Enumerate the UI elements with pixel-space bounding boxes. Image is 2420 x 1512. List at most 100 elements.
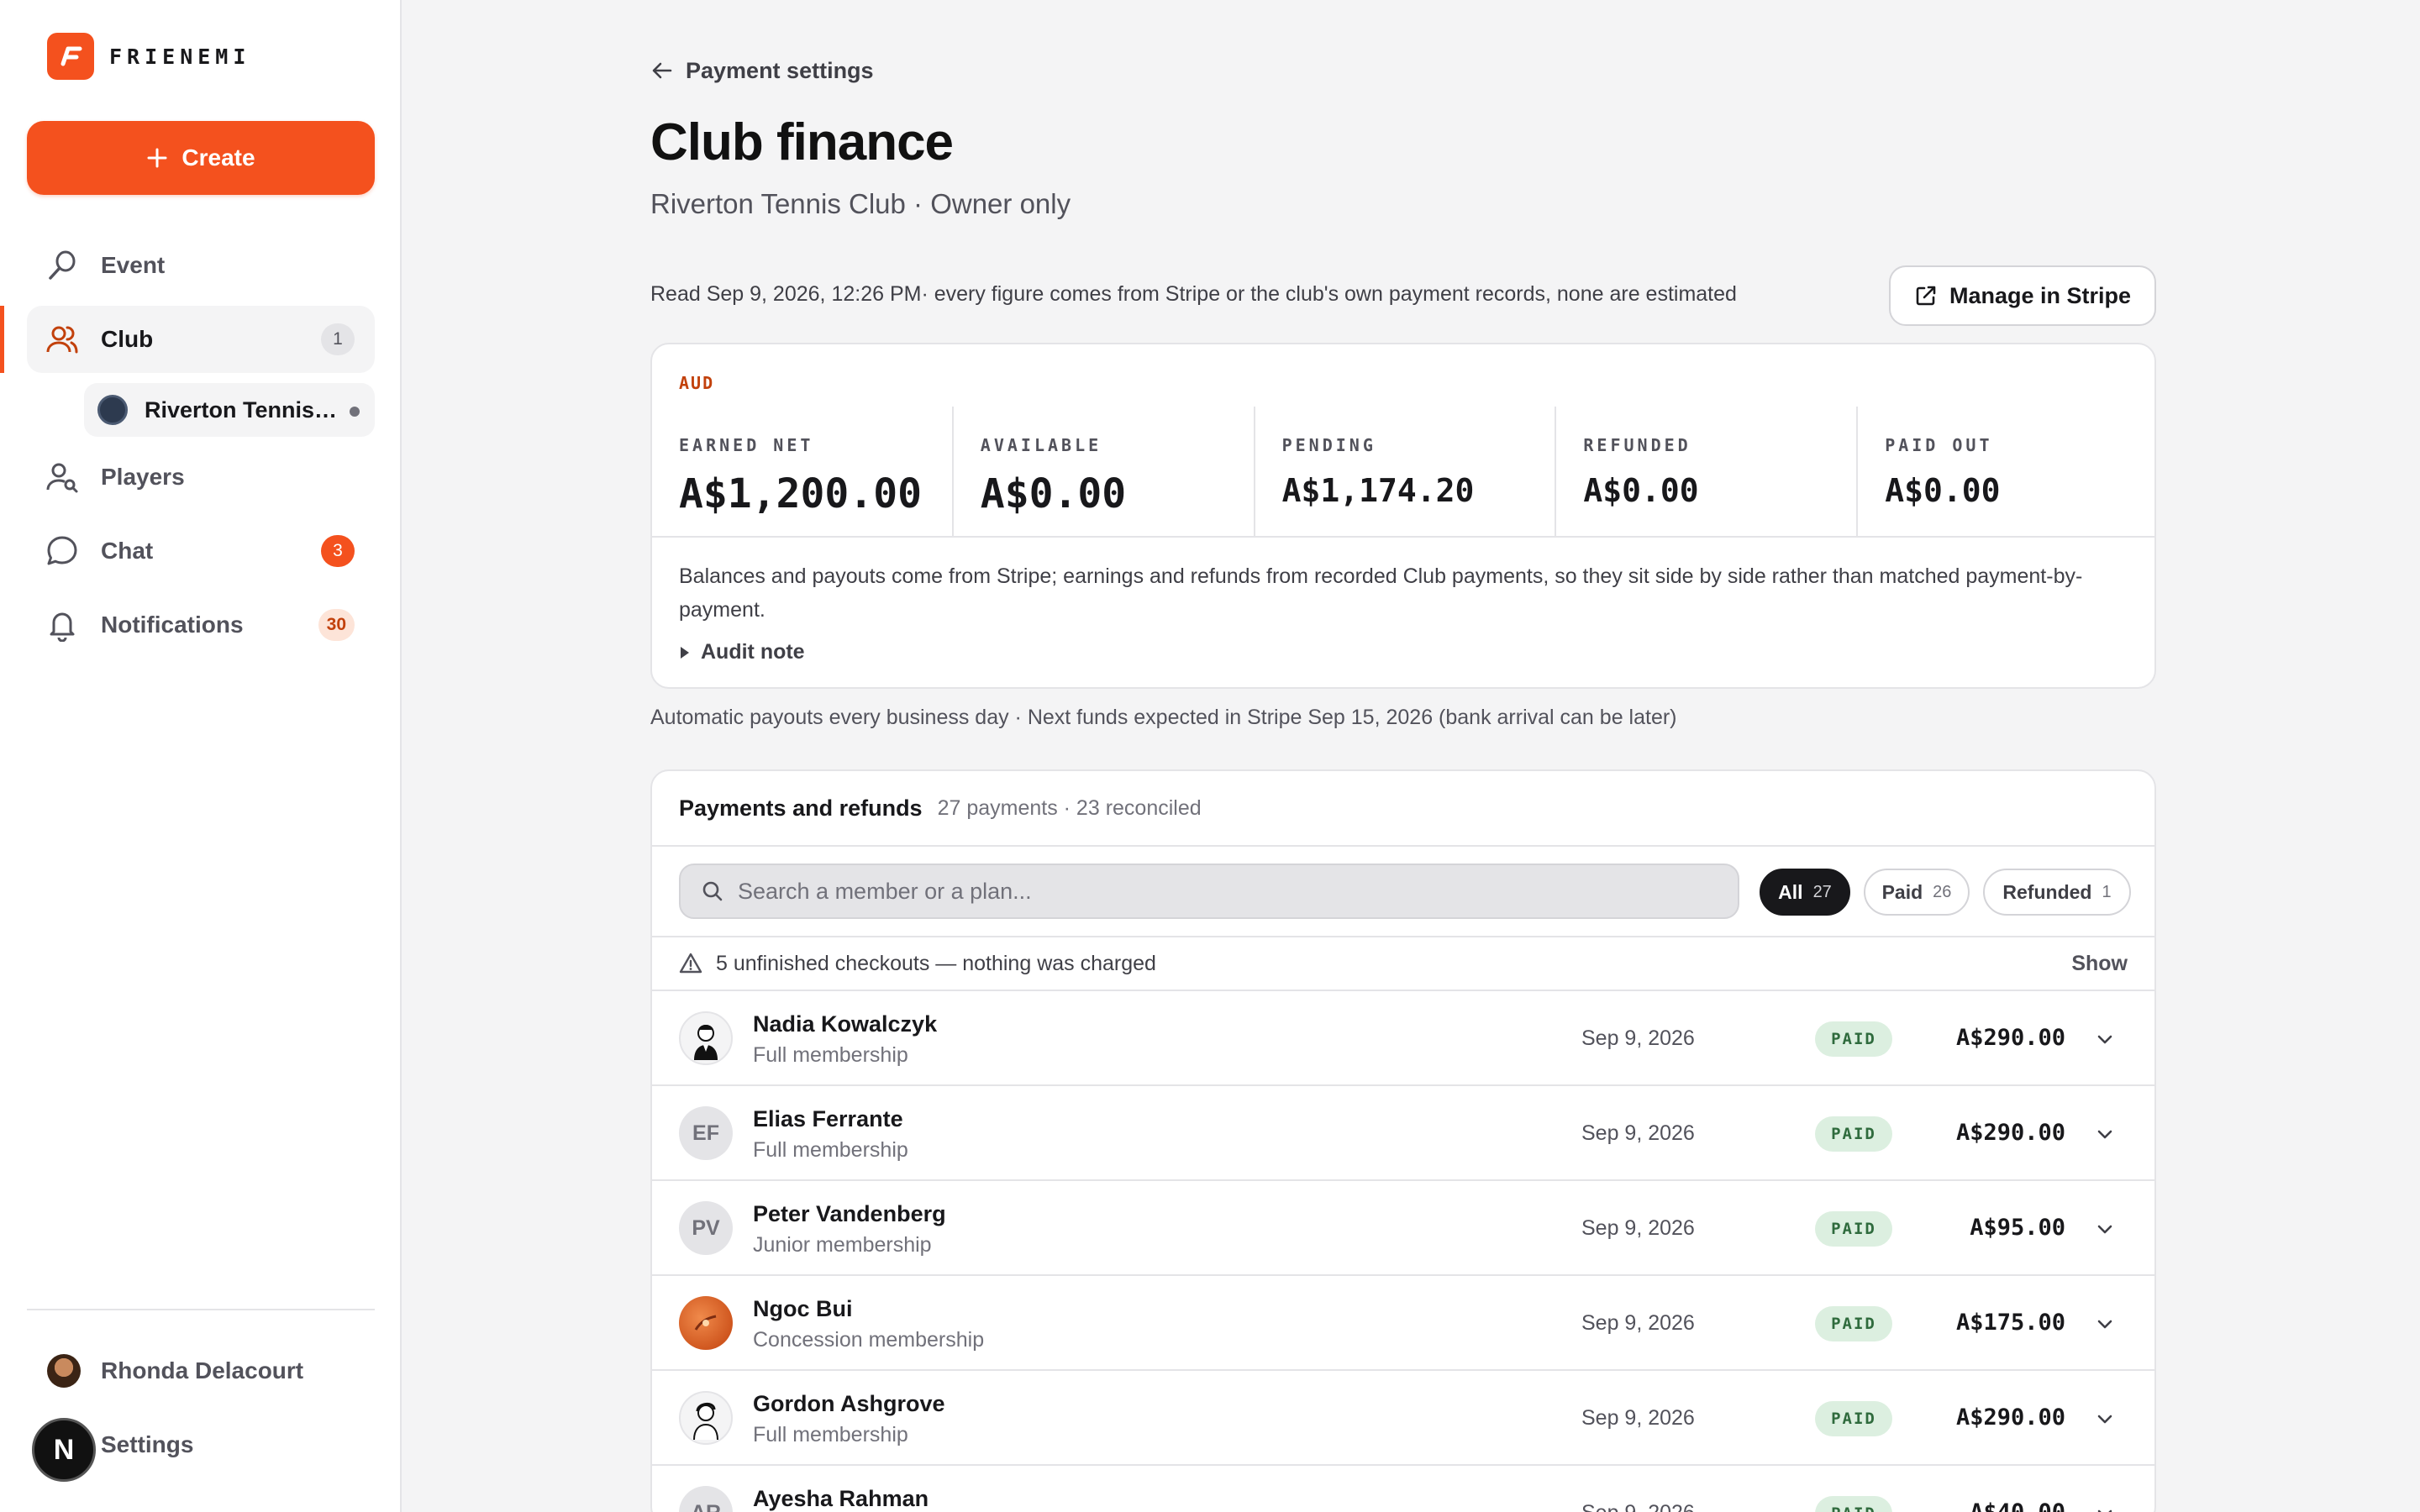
member-plan: Full membership bbox=[753, 1423, 908, 1446]
arrow-left-icon bbox=[652, 62, 672, 79]
sidebar-item-label: Chat bbox=[101, 538, 154, 564]
chevron-down-icon[interactable] bbox=[2092, 1501, 2118, 1512]
member-name: Elias Ferrante bbox=[753, 1106, 903, 1131]
search-input[interactable] bbox=[738, 878, 1704, 905]
settings-label: Settings bbox=[101, 1431, 194, 1457]
profile-link[interactable]: Rhonda Delacourt bbox=[27, 1337, 375, 1404]
stat-value: A$0.00 bbox=[1583, 472, 1699, 509]
users-icon bbox=[46, 326, 78, 354]
filter-paid[interactable]: Paid 26 bbox=[1864, 869, 1970, 916]
chevron-down-icon[interactable] bbox=[2092, 1216, 2118, 1242]
search-box bbox=[679, 864, 1739, 919]
table-row[interactable]: PV Peter Vandenberg Junior membership Se… bbox=[652, 1181, 2154, 1276]
payment-amount: A$290.00 bbox=[1955, 1120, 2065, 1146]
status-badge: PAID bbox=[1815, 1116, 1892, 1152]
filter-label: Refunded bbox=[2002, 880, 2092, 903]
table-row[interactable]: Gordon Ashgrove Full membership Sep 9, 2… bbox=[652, 1371, 2154, 1466]
sidebar-item-players[interactable]: Players bbox=[27, 444, 375, 511]
chevron-down-icon[interactable] bbox=[2092, 1311, 2118, 1336]
triangle-right-icon bbox=[681, 646, 689, 659]
payment-amount: A$175.00 bbox=[1955, 1310, 2065, 1336]
illustrated-avatar-icon bbox=[694, 1025, 718, 1060]
table-row[interactable]: Ngoc Bui Concession membership Sep 9, 20… bbox=[652, 1276, 2154, 1371]
audit-note-toggle[interactable]: Audit note bbox=[679, 640, 805, 664]
sidebar-item-club[interactable]: Club 1 bbox=[0, 306, 375, 373]
balance-explanation: Balances and payouts come from Stripe; e… bbox=[679, 564, 2083, 622]
avatar bbox=[679, 1391, 733, 1445]
payment-amount: A$290.00 bbox=[1955, 1404, 2065, 1431]
warning-triangle-icon bbox=[679, 953, 702, 974]
chevron-down-icon[interactable] bbox=[2092, 1026, 2118, 1052]
payment-amount: A$40.00 bbox=[1970, 1499, 2065, 1512]
payments-count: 27 payments · 23 reconciled bbox=[937, 795, 1202, 820]
chat-bubble-icon bbox=[47, 536, 77, 565]
avatar bbox=[679, 1011, 733, 1065]
member-name: Gordon Ashgrove bbox=[753, 1391, 945, 1416]
member-name: Ngoc Bui bbox=[753, 1296, 853, 1321]
brand[interactable]: FRIENEMI bbox=[47, 32, 250, 81]
back-link-label: Payment settings bbox=[686, 57, 874, 83]
payment-date: Sep 9, 2026 bbox=[1581, 1311, 1695, 1335]
sidebar-item-chat[interactable]: Chat 3 bbox=[27, 517, 375, 585]
sidebar-subitem-club[interactable]: Riverton Tennis Club bbox=[84, 383, 375, 437]
photo-avatar-icon bbox=[694, 1315, 717, 1331]
table-row[interactable]: AR Ayesha Rahman Sep 9, 2026 PAID A$40.0… bbox=[652, 1466, 2154, 1512]
stat-label: AVAILABLE bbox=[980, 435, 1102, 455]
club-avatar bbox=[97, 395, 128, 425]
search-icon bbox=[702, 881, 723, 901]
payment-date: Sep 9, 2026 bbox=[1581, 1121, 1695, 1145]
unfinished-checkouts-text: 5 unfinished checkouts — nothing was cha… bbox=[716, 951, 1156, 975]
filter-all[interactable]: All 27 bbox=[1760, 869, 1850, 916]
avatar bbox=[47, 1354, 81, 1388]
sidebar-item-event[interactable]: Event bbox=[27, 232, 375, 299]
create-button-label: Create bbox=[182, 144, 255, 171]
sidebar-divider bbox=[27, 1309, 375, 1310]
sidebar-item-label: Event bbox=[101, 252, 166, 278]
bell-icon bbox=[50, 612, 75, 642]
sidebar-item-label: Club bbox=[101, 326, 154, 352]
balance-summary-card: AUD EARNED NET A$1,200.00 AVAILABLE A$0.… bbox=[650, 343, 2156, 689]
brand-name: FRIENEMI bbox=[109, 44, 251, 69]
filter-refunded[interactable]: Refunded 1 bbox=[1983, 869, 2131, 916]
avatar: AR bbox=[679, 1486, 733, 1512]
sidebar-item-label: Notifications bbox=[101, 612, 244, 638]
avatar: PV bbox=[679, 1201, 733, 1255]
payment-date: Sep 9, 2026 bbox=[1581, 1406, 1695, 1430]
club-name-label: Riverton Tennis Club bbox=[145, 396, 338, 423]
stat-pending: PENDING A$1,174.20 bbox=[1255, 407, 1557, 536]
stat-earned-net: EARNED NET A$1,200.00 bbox=[652, 407, 954, 536]
table-row[interactable]: EF Elias Ferrante Full membership Sep 9,… bbox=[652, 1086, 2154, 1181]
stat-available: AVAILABLE A$0.00 bbox=[954, 407, 1255, 536]
manage-in-stripe-button[interactable]: Manage in Stripe bbox=[1889, 265, 2156, 326]
payment-date: Sep 9, 2026 bbox=[1581, 1216, 1695, 1240]
unfinished-checkouts-row: 5 unfinished checkouts — nothing was cha… bbox=[652, 937, 2154, 991]
stat-label: PENDING bbox=[1281, 435, 1376, 455]
page-title: Club finance bbox=[650, 113, 954, 171]
plus-icon bbox=[147, 148, 167, 168]
payments-card: Payments and refunds 27 payments · 23 re… bbox=[650, 769, 2156, 1512]
external-link-icon bbox=[1916, 286, 1936, 306]
filter-count: 27 bbox=[1812, 882, 1832, 901]
payment-date: Sep 9, 2026 bbox=[1581, 1026, 1695, 1050]
currency-label: AUD bbox=[679, 373, 715, 393]
create-button[interactable]: Create bbox=[27, 121, 375, 195]
sidebar-item-notifications[interactable]: Notifications 30 bbox=[27, 591, 375, 659]
payments-header: Payments and refunds 27 payments · 23 re… bbox=[652, 771, 2154, 847]
chevron-down-icon[interactable] bbox=[2092, 1121, 2118, 1147]
back-link[interactable]: Payment settings bbox=[650, 54, 874, 87]
show-unfinished-button[interactable]: Show bbox=[2071, 952, 2128, 976]
payment-amount: A$290.00 bbox=[1955, 1025, 2065, 1051]
page-subtitle: Riverton Tennis Club · Owner only bbox=[650, 188, 1071, 219]
stat-paid-out: PAID OUT A$0.00 bbox=[1858, 407, 2154, 536]
chevron-down-icon[interactable] bbox=[2092, 1406, 2118, 1431]
filter-label: Paid bbox=[1881, 880, 1923, 903]
manage-in-stripe-label: Manage in Stripe bbox=[1949, 282, 2132, 308]
brand-logo-icon bbox=[47, 33, 94, 80]
member-plan: Junior membership bbox=[753, 1233, 932, 1257]
member-plan: Full membership bbox=[753, 1043, 908, 1067]
table-row[interactable]: Nadia Kowalczyk Full membership Sep 9, 2… bbox=[652, 991, 2154, 1086]
filter-label: All bbox=[1778, 880, 1803, 903]
member-name: Nadia Kowalczyk bbox=[753, 1011, 938, 1037]
dev-tools-badge[interactable]: N bbox=[32, 1418, 96, 1482]
illustrated-avatar-icon bbox=[693, 1403, 718, 1441]
